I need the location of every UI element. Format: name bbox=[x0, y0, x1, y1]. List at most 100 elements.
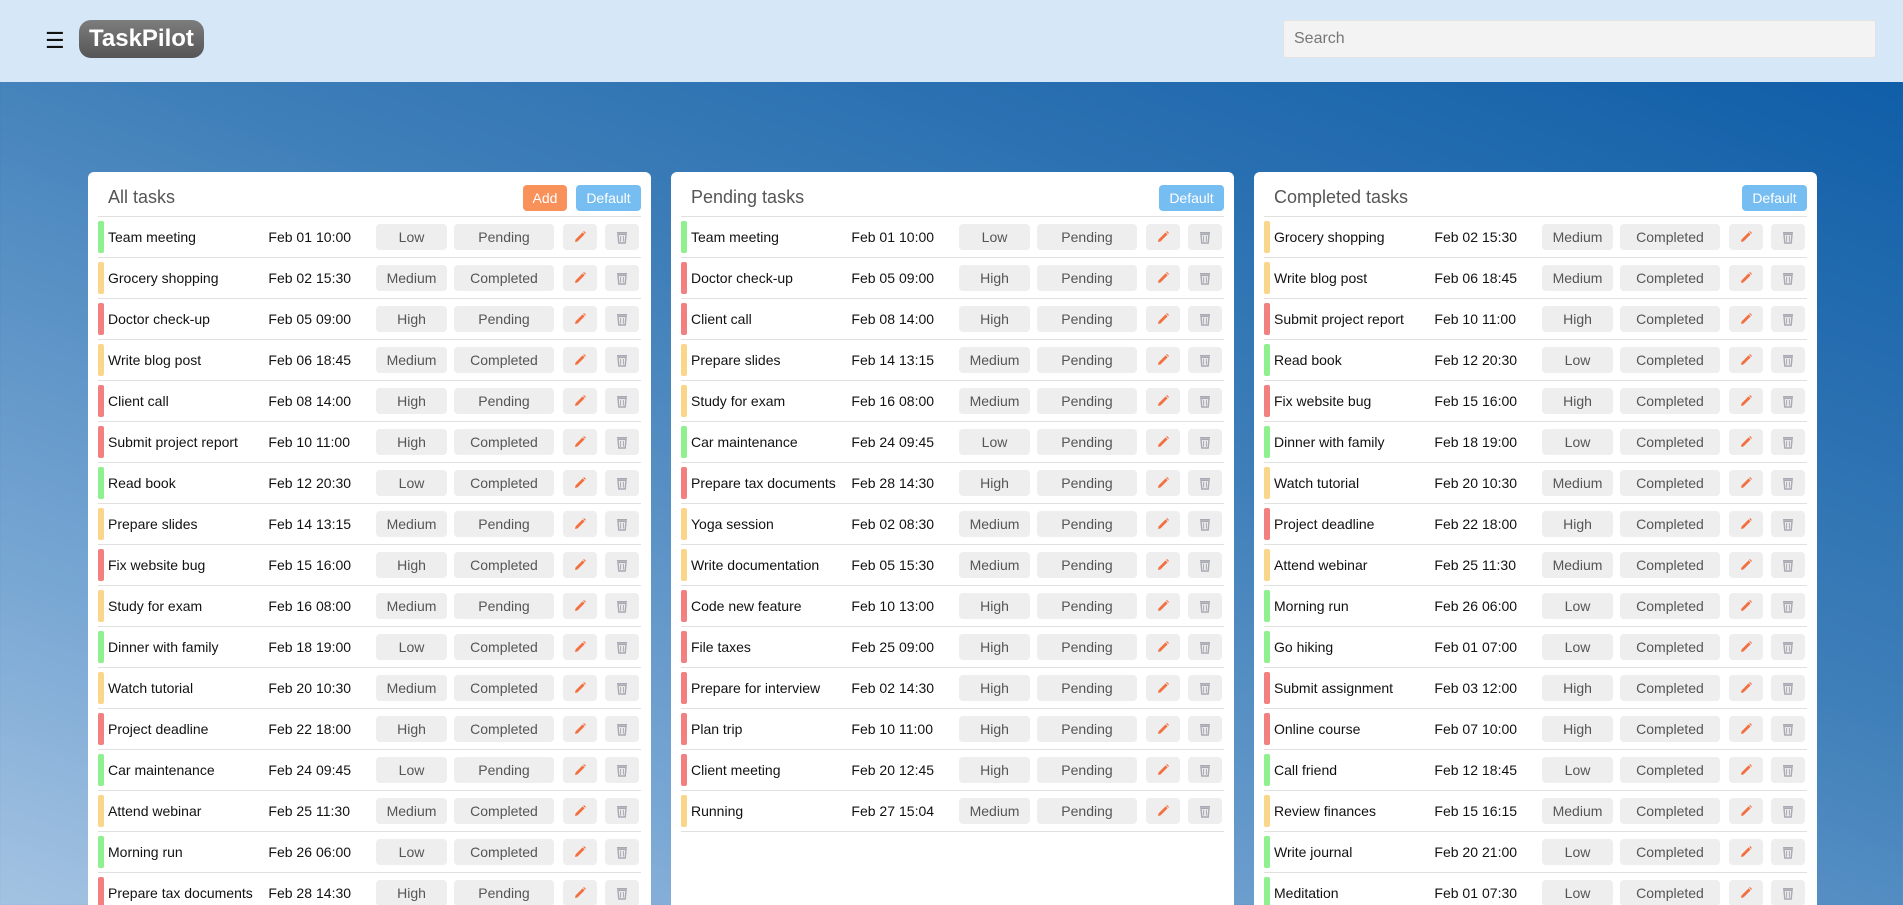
task-row[interactable]: Prepare for interview Feb 02 14:30 High Pend… bbox=[681, 668, 1224, 709]
priority-badge[interactable]: Low bbox=[1542, 757, 1613, 783]
status-badge[interactable]: Completed bbox=[454, 839, 554, 865]
task-row[interactable]: Morning run Feb 26 06:00 Low Completed bbox=[1264, 586, 1807, 627]
task-row[interactable]: Team meeting Feb 01 10:00 Low Pending bbox=[681, 217, 1224, 258]
edit-button[interactable] bbox=[563, 839, 597, 865]
task-row[interactable]: Write blog post Feb 06 18:45 Medium Complete… bbox=[98, 340, 641, 381]
task-row[interactable]: Car maintenance Feb 24 09:45 Low Pending bbox=[681, 422, 1224, 463]
priority-badge[interactable]: Medium bbox=[959, 552, 1030, 578]
priority-badge[interactable]: High bbox=[959, 593, 1030, 619]
priority-badge[interactable]: Low bbox=[376, 470, 447, 496]
edit-button[interactable] bbox=[1729, 265, 1763, 291]
priority-badge[interactable]: High bbox=[1542, 306, 1613, 332]
delete-button[interactable] bbox=[1771, 798, 1805, 824]
status-badge[interactable]: Pending bbox=[1037, 306, 1137, 332]
status-badge[interactable]: Pending bbox=[1037, 593, 1137, 619]
edit-button[interactable] bbox=[563, 470, 597, 496]
status-badge[interactable]: Pending bbox=[454, 593, 554, 619]
priority-badge[interactable]: High bbox=[1542, 388, 1613, 414]
status-badge[interactable]: Completed bbox=[1620, 552, 1720, 578]
priority-badge[interactable]: High bbox=[376, 306, 447, 332]
status-badge[interactable]: Completed bbox=[1620, 593, 1720, 619]
edit-button[interactable] bbox=[563, 552, 597, 578]
task-row[interactable]: Prepare tax documents Feb 28 14:30 High Pend… bbox=[681, 463, 1224, 504]
priority-badge[interactable]: High bbox=[376, 388, 447, 414]
task-row[interactable]: Project deadline Feb 22 18:00 High Completed bbox=[98, 709, 641, 750]
delete-button[interactable] bbox=[1771, 675, 1805, 701]
edit-button[interactable] bbox=[1146, 757, 1180, 783]
app-logo[interactable]: TaskPilot bbox=[79, 20, 204, 58]
task-row[interactable]: Client call Feb 08 14:00 High Pending bbox=[98, 381, 641, 422]
edit-button[interactable] bbox=[563, 511, 597, 537]
priority-badge[interactable]: Medium bbox=[376, 798, 447, 824]
priority-badge[interactable]: Medium bbox=[376, 347, 447, 373]
delete-button[interactable] bbox=[1188, 593, 1222, 619]
delete-button[interactable] bbox=[605, 388, 639, 414]
delete-button[interactable] bbox=[1771, 306, 1805, 332]
status-badge[interactable]: Completed bbox=[1620, 757, 1720, 783]
status-badge[interactable]: Pending bbox=[454, 757, 554, 783]
delete-button[interactable] bbox=[1188, 798, 1222, 824]
priority-badge[interactable]: Medium bbox=[1542, 798, 1613, 824]
task-row[interactable]: Go hiking Feb 01 07:00 Low Completed bbox=[1264, 627, 1807, 668]
delete-button[interactable] bbox=[1188, 347, 1222, 373]
edit-button[interactable] bbox=[1729, 347, 1763, 373]
edit-button[interactable] bbox=[1146, 347, 1180, 373]
task-row[interactable]: Write blog post Feb 06 18:45 Medium Complete… bbox=[1264, 258, 1807, 299]
priority-badge[interactable]: High bbox=[959, 675, 1030, 701]
edit-button[interactable] bbox=[1146, 470, 1180, 496]
delete-button[interactable] bbox=[1188, 634, 1222, 660]
edit-button[interactable] bbox=[1146, 388, 1180, 414]
task-row[interactable]: Client call Feb 08 14:00 High Pending bbox=[681, 299, 1224, 340]
edit-button[interactable] bbox=[1146, 593, 1180, 619]
edit-button[interactable] bbox=[1146, 511, 1180, 537]
delete-button[interactable] bbox=[1188, 757, 1222, 783]
delete-button[interactable] bbox=[605, 470, 639, 496]
status-badge[interactable]: Pending bbox=[1037, 511, 1137, 537]
menu-icon[interactable]: ☰ bbox=[45, 27, 65, 55]
priority-badge[interactable]: Low bbox=[1542, 347, 1613, 373]
status-badge[interactable]: Completed bbox=[1620, 265, 1720, 291]
status-badge[interactable]: Pending bbox=[1037, 675, 1137, 701]
edit-button[interactable] bbox=[1146, 224, 1180, 250]
priority-badge[interactable]: Low bbox=[376, 224, 447, 250]
default-sort-button[interactable]: Default bbox=[1159, 185, 1224, 211]
delete-button[interactable] bbox=[605, 798, 639, 824]
edit-button[interactable] bbox=[1146, 716, 1180, 742]
task-row[interactable]: Submit project report Feb 10 11:00 High Comp… bbox=[1264, 299, 1807, 340]
status-badge[interactable]: Completed bbox=[1620, 511, 1720, 537]
task-row[interactable]: Study for exam Feb 16 08:00 Medium Pending bbox=[681, 381, 1224, 422]
task-row[interactable]: Watch tutorial Feb 20 10:30 Medium Completed bbox=[1264, 463, 1807, 504]
default-sort-button[interactable]: Default bbox=[1742, 185, 1807, 211]
priority-badge[interactable]: Medium bbox=[959, 798, 1030, 824]
task-row[interactable]: Morning run Feb 26 06:00 Low Completed bbox=[98, 832, 641, 873]
task-row[interactable]: Client meeting Feb 20 12:45 High Pending bbox=[681, 750, 1224, 791]
status-badge[interactable]: Completed bbox=[1620, 306, 1720, 332]
edit-button[interactable] bbox=[563, 347, 597, 373]
status-badge[interactable]: Completed bbox=[1620, 634, 1720, 660]
task-row[interactable]: Submit assignment Feb 03 12:00 High Complete… bbox=[1264, 668, 1807, 709]
edit-button[interactable] bbox=[563, 716, 597, 742]
task-row[interactable]: Read book Feb 12 20:30 Low Completed bbox=[98, 463, 641, 504]
priority-badge[interactable]: Low bbox=[376, 634, 447, 660]
add-task-button[interactable]: Add bbox=[523, 185, 567, 211]
delete-button[interactable] bbox=[605, 552, 639, 578]
status-badge[interactable]: Pending bbox=[1037, 388, 1137, 414]
delete-button[interactable] bbox=[605, 880, 639, 905]
delete-button[interactable] bbox=[605, 634, 639, 660]
priority-badge[interactable]: High bbox=[376, 552, 447, 578]
delete-button[interactable] bbox=[605, 716, 639, 742]
task-row[interactable]: Code new feature Feb 10 13:00 High Pending bbox=[681, 586, 1224, 627]
delete-button[interactable] bbox=[1771, 429, 1805, 455]
default-sort-button[interactable]: Default bbox=[576, 185, 641, 211]
status-badge[interactable]: Pending bbox=[1037, 347, 1137, 373]
edit-button[interactable] bbox=[1729, 552, 1763, 578]
status-badge[interactable]: Completed bbox=[454, 552, 554, 578]
delete-button[interactable] bbox=[605, 757, 639, 783]
status-badge[interactable]: Pending bbox=[1037, 429, 1137, 455]
priority-badge[interactable]: High bbox=[376, 429, 447, 455]
delete-button[interactable] bbox=[1771, 716, 1805, 742]
delete-button[interactable] bbox=[1771, 634, 1805, 660]
edit-button[interactable] bbox=[1729, 224, 1763, 250]
task-row[interactable]: Plan trip Feb 10 11:00 High Pending bbox=[681, 709, 1224, 750]
priority-badge[interactable]: Low bbox=[1542, 839, 1613, 865]
